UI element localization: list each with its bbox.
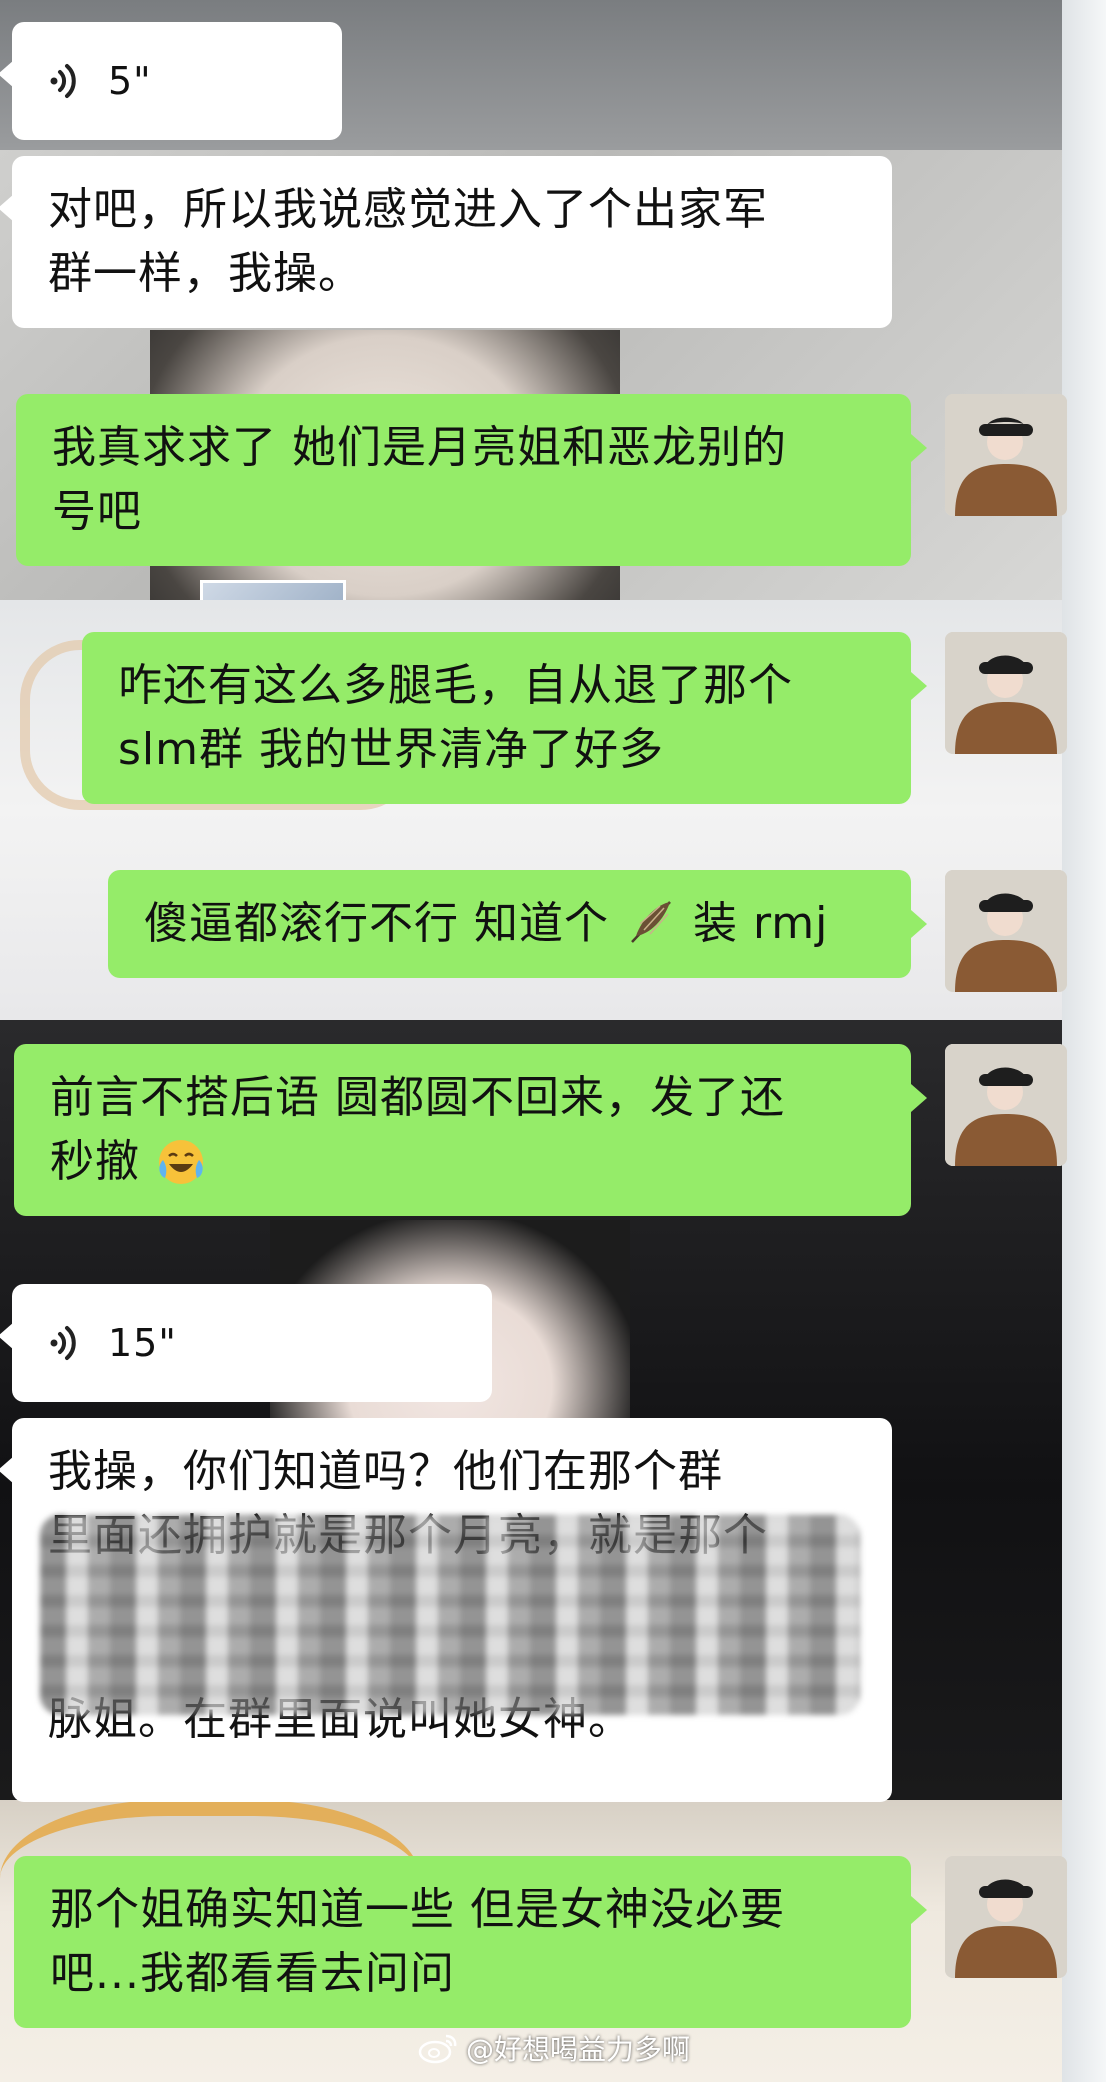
message-bubble[interactable]: 傻逼都滚行不行 知道个 装 rmj — [108, 870, 927, 978]
message-line: 我真求求了 她们是月亮姐和恶龙别的 — [52, 422, 787, 473]
message-line: 号吧 — [52, 486, 142, 537]
message-line: 我操，你们知道吗？他们在那个群 — [48, 1446, 723, 1497]
message-bubble[interactable]: 那个姐确实知道一些 但是女神没必要 吧...我都看看去问问 — [14, 1856, 927, 2028]
voice-duration: 5" — [108, 59, 152, 103]
voice-duration: 15" — [108, 1321, 177, 1365]
message-line: 吧...我都看看去问问 — [50, 1948, 455, 1999]
feather-icon — [631, 901, 671, 943]
message-bubble[interactable]: 前言不搭后语 圆都圆不回来，发了还 秒撤 — [14, 1044, 927, 1216]
message-bubble[interactable]: 我真求求了 她们是月亮姐和恶龙别的 号吧 — [16, 394, 927, 566]
avatar[interactable] — [945, 1856, 1067, 1978]
avatar[interactable] — [945, 394, 1067, 516]
message-bubble[interactable]: 对吧，所以我说感觉进入了个出家军 群一样，我操。 — [0, 156, 892, 328]
avatar-icon — [945, 870, 1067, 992]
message-text: 装 rmj — [693, 898, 829, 949]
message-line: 前言不搭后语 圆都圆不回来，发了还 — [50, 1072, 785, 1123]
message-line-with-emoji: 秒撤 — [50, 1130, 875, 1194]
message-line: 群一样，我操。 — [48, 248, 363, 299]
avatar[interactable] — [945, 632, 1067, 754]
voice-wave-icon — [50, 1326, 76, 1360]
weibo-logo-icon — [418, 2034, 457, 2064]
message-bubble[interactable]: 咋还有这么多腿毛，自从退了那个 slm群 我的世界清净了好多 — [82, 632, 927, 804]
laughing-crying-emoji-icon — [159, 1140, 203, 1184]
message-line: 咋还有这么多腿毛，自从退了那个 — [118, 660, 793, 711]
watermark-text: @好想喝益力多啊 — [466, 2033, 691, 2066]
chat-area: 5" 对吧，所以我说感觉进入了个出家军 群一样，我操。 我真求求了 她们是月亮姐… — [0, 0, 1106, 2082]
message-text: 傻逼都滚行不行 知道个 — [144, 898, 609, 949]
avatar-icon — [945, 1856, 1067, 1978]
avatar[interactable] — [945, 870, 1067, 992]
watermark: @好想喝益力多啊 — [418, 2028, 690, 2068]
message-line: 对吧，所以我说感觉进入了个出家军 — [48, 184, 768, 235]
message-line: slm群 我的世界清净了好多 — [118, 724, 664, 775]
avatar-icon — [945, 1044, 1067, 1166]
avatar-icon — [945, 394, 1067, 516]
message-text: 秒撤 — [50, 1136, 140, 1187]
voice-message[interactable]: 15" — [0, 1284, 492, 1402]
voice-wave-icon — [50, 64, 76, 98]
message-line: 那个姐确实知道一些 但是女神没必要 — [50, 1884, 785, 1935]
avatar-icon — [945, 632, 1067, 754]
avatar[interactable] — [945, 1044, 1067, 1166]
voice-message[interactable]: 5" — [0, 22, 342, 140]
censor-scribble — [40, 1515, 860, 1715]
